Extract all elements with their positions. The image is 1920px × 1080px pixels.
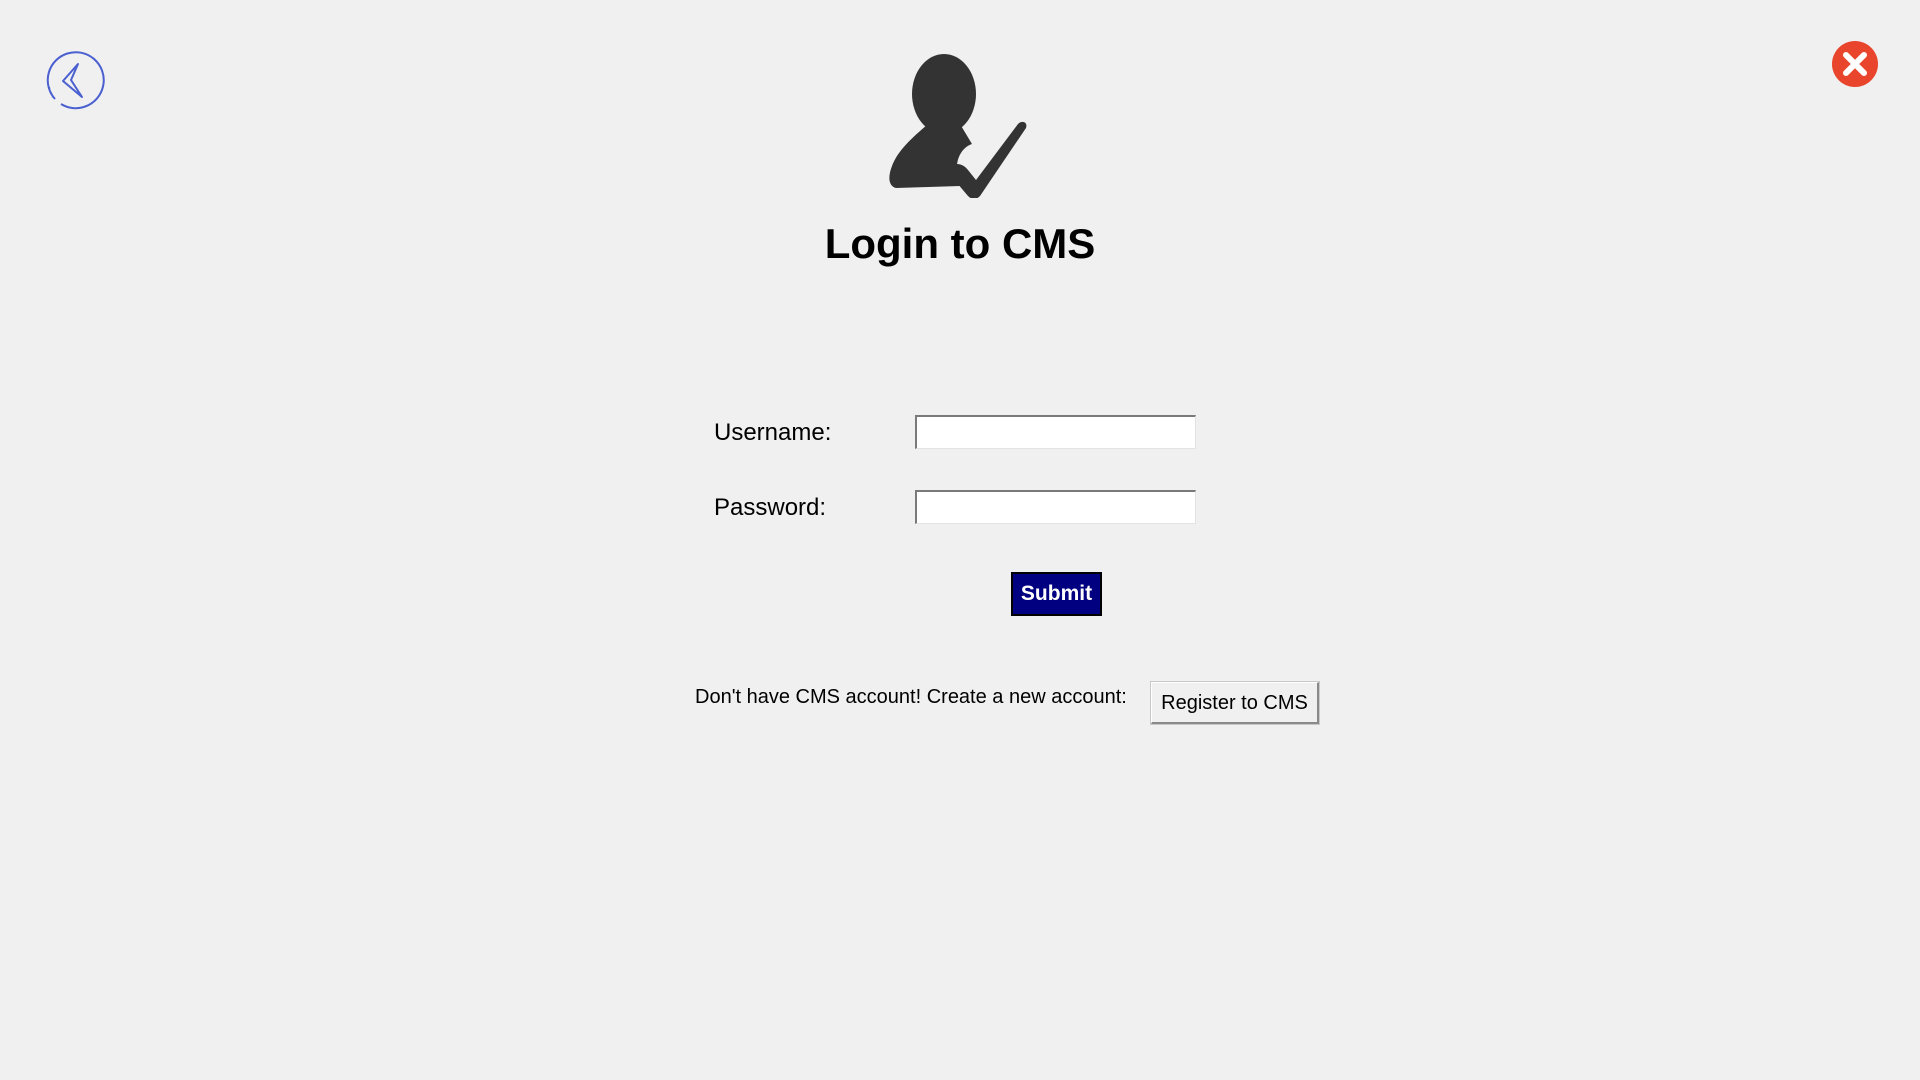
submit-button[interactable]: Submit xyxy=(1011,572,1102,616)
register-prompt: Don't have CMS account! Create a new acc… xyxy=(695,686,1127,708)
username-label: Username: xyxy=(714,419,832,446)
login-window: Login to CMS Username: Password: Submit … xyxy=(0,0,1920,1080)
back-button[interactable] xyxy=(41,47,105,111)
close-button[interactable] xyxy=(1831,40,1879,88)
register-button[interactable]: Register to CMS xyxy=(1151,682,1319,724)
back-arrow-icon xyxy=(46,51,105,110)
username-input[interactable] xyxy=(915,415,1196,449)
user-check-icon xyxy=(888,52,1030,199)
page-title: Login to CMS xyxy=(824,220,1096,267)
password-input[interactable] xyxy=(915,490,1196,524)
password-label: Password: xyxy=(714,494,827,521)
close-icon xyxy=(1832,41,1878,87)
